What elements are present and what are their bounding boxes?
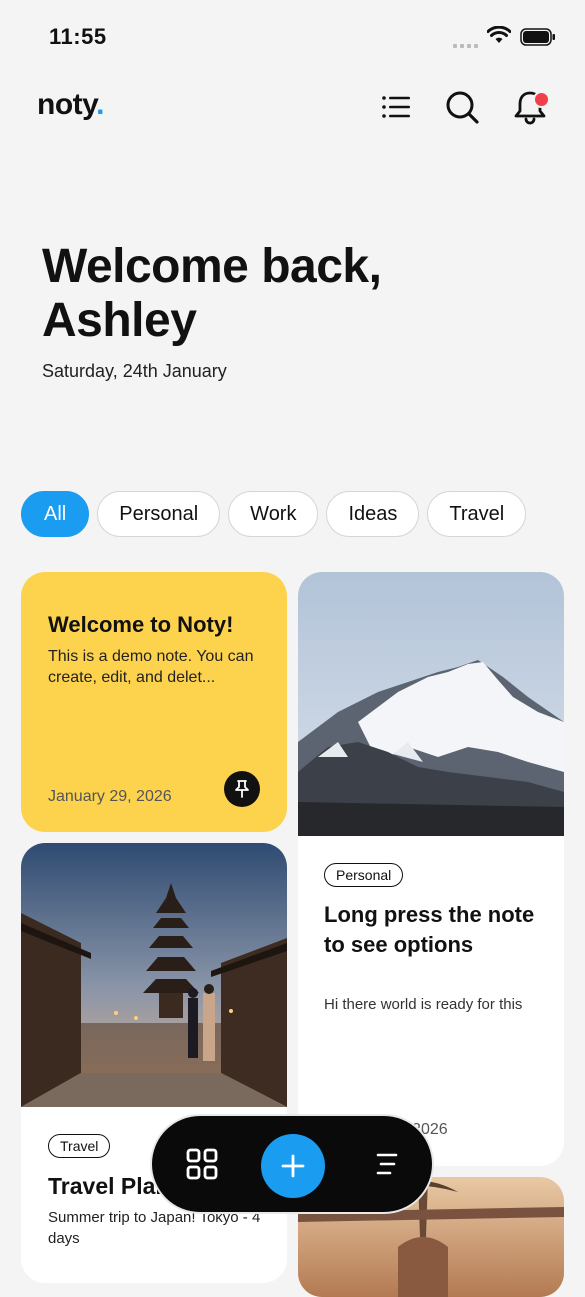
filter-chip-travel[interactable]: Travel: [427, 491, 527, 537]
app-logo: noty.: [37, 88, 104, 121]
note-tag: Travel: [48, 1134, 111, 1158]
note-card[interactable]: Travel Travel Plans Summer trip to Japan…: [21, 843, 287, 1283]
status-bar: 11:55: [0, 0, 585, 70]
note-date: January 29, 2026: [48, 788, 172, 805]
filter-chip-all[interactable]: All: [21, 491, 90, 537]
bell-icon[interactable]: [512, 89, 550, 125]
note-title: Long press the note to see options: [324, 902, 535, 957]
welcome-heading: Welcome back, Ashley: [42, 240, 382, 347]
filter-chip-personal[interactable]: Personal: [97, 491, 221, 537]
note-image-mountain: [298, 572, 564, 836]
grid-view-icon[interactable]: [177, 1139, 227, 1189]
note-card[interactable]: Welcome to Noty! This is a demo note. Yo…: [21, 572, 287, 832]
add-note-button[interactable]: [261, 1134, 325, 1198]
status-time: 11:55: [49, 24, 107, 49]
filter-chip-ideas[interactable]: Ideas: [326, 491, 420, 537]
battery-icon: [520, 28, 555, 46]
add-icon: [281, 1154, 305, 1178]
filter-chips: All Personal Work Ideas Travel: [21, 491, 527, 537]
note-title: Welcome to Noty!: [48, 612, 234, 637]
note-body: Hi there world is ready for this: [324, 996, 523, 1013]
menu-icon[interactable]: [378, 89, 414, 125]
cellular-signal-icon: [453, 35, 481, 48]
note-image-kyoto-street: [21, 843, 287, 1107]
current-date: Saturday, 24th January: [42, 361, 227, 381]
wifi-icon: [487, 26, 511, 43]
sort-icon[interactable]: [362, 1139, 412, 1189]
notification-badge: [533, 91, 550, 108]
filter-chip-work[interactable]: Work: [228, 491, 319, 537]
note-body: This is a demo note. You can create, edi…: [48, 648, 254, 686]
bottom-action-bar: [150, 1114, 434, 1214]
note-tag: Personal: [324, 863, 404, 887]
search-icon[interactable]: [444, 89, 480, 125]
note-card[interactable]: Personal Long press the note to see opti…: [298, 572, 564, 1166]
pin-icon[interactable]: [224, 771, 260, 807]
